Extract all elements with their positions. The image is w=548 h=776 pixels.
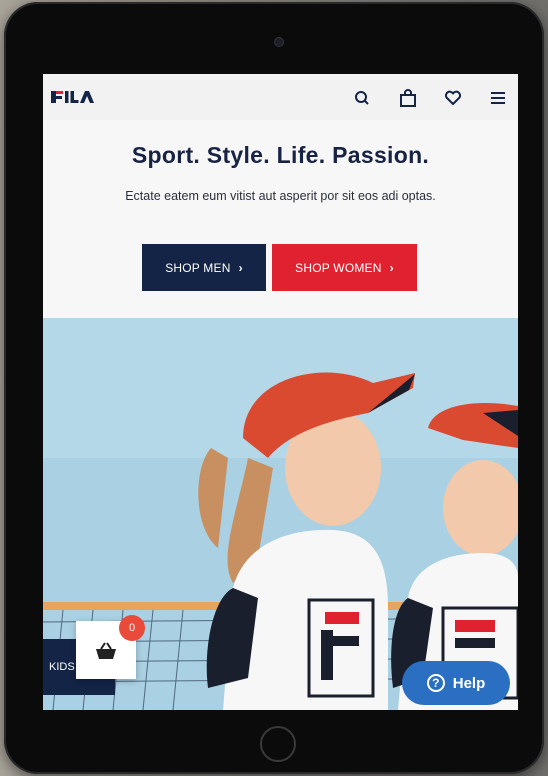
- shop-women-label: SHOP WOMEN: [295, 260, 382, 275]
- search-icon[interactable]: [352, 88, 372, 108]
- screen: Sport. Style. Life. Passion. Ectate eate…: [43, 74, 518, 710]
- basket-icon: [96, 642, 116, 659]
- help-button[interactable]: ? Help: [402, 661, 510, 705]
- tablet-device: Sport. Style. Life. Passion. Ectate eate…: [4, 2, 544, 774]
- chevron-right-icon: ›: [238, 260, 243, 275]
- help-label: Help: [452, 674, 486, 692]
- heart-icon[interactable]: [443, 88, 463, 108]
- question-icon: ?: [426, 674, 445, 692]
- hero-subtext: Ectate eatem eum vitist aut asperit por …: [125, 189, 436, 203]
- cart-count-badge: 0: [119, 615, 145, 641]
- menu-icon[interactable]: [488, 88, 508, 108]
- bag-icon[interactable]: [398, 88, 418, 108]
- camera-icon: [275, 38, 283, 46]
- home-button[interactable]: [260, 726, 296, 762]
- fila-logo[interactable]: [51, 88, 99, 106]
- hero-headline: Sport. Style. Life. Passion.: [131, 142, 430, 168]
- shop-men-label: SHOP MEN: [165, 260, 231, 275]
- site-header: [43, 74, 518, 120]
- shop-women-button[interactable]: SHOP WOMEN ›: [272, 244, 417, 291]
- shop-men-button[interactable]: SHOP MEN ›: [142, 244, 266, 291]
- chevron-right-icon: ›: [389, 260, 394, 275]
